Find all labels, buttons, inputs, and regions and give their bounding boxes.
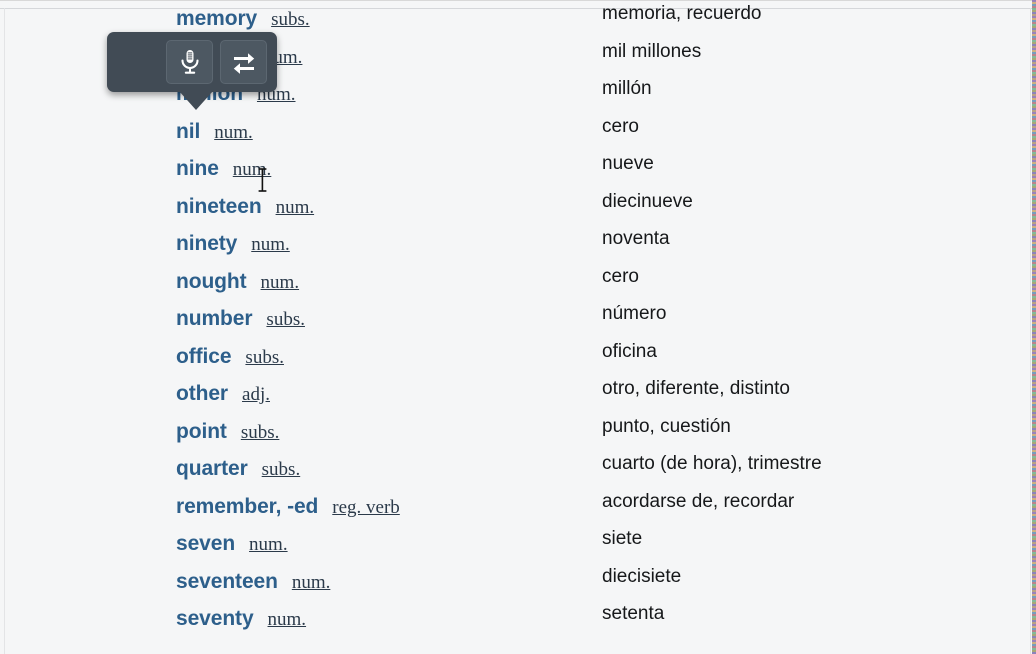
- translation-text[interactable]: millón: [602, 78, 652, 106]
- dictionary-entry-row[interactable]: quarter subs.: [176, 457, 300, 487]
- headword[interactable]: other: [176, 382, 228, 406]
- dictionary-entry-row[interactable]: seven num.: [176, 532, 288, 562]
- translation-text[interactable]: diecinueve: [602, 191, 693, 219]
- headword[interactable]: quarter: [176, 457, 248, 481]
- dictionary-entry-row[interactable]: other adj.: [176, 382, 270, 412]
- microphone-icon: [178, 48, 202, 76]
- part-of-speech-tag[interactable]: num.: [292, 572, 331, 594]
- swap-arrows-icon: [231, 49, 257, 75]
- headword[interactable]: memory: [176, 7, 257, 31]
- headword[interactable]: ninety: [176, 232, 237, 256]
- headword[interactable]: nought: [176, 270, 247, 294]
- translation-text[interactable]: otro, diferente, distinto: [602, 378, 790, 406]
- translation-text[interactable]: nueve: [602, 153, 654, 181]
- part-of-speech-tag[interactable]: num.: [268, 609, 307, 631]
- dictionary-page: memorysubs.milliardnum.millionnum.nilnum…: [0, 0, 1036, 654]
- translation-text[interactable]: mil millones: [602, 41, 701, 69]
- text-ibeam-cursor: [257, 167, 268, 193]
- translation-text[interactable]: punto, cuestión: [602, 416, 731, 444]
- headword[interactable]: nil: [176, 120, 200, 144]
- microphone-button[interactable]: [166, 40, 213, 84]
- dictionary-entry-row[interactable]: point subs.: [176, 420, 279, 450]
- part-of-speech-tag[interactable]: num.: [276, 197, 315, 219]
- translation-text[interactable]: cero: [602, 116, 639, 144]
- dictionary-entry-row[interactable]: nought num.: [176, 270, 299, 300]
- part-of-speech-tag[interactable]: subs.: [266, 309, 305, 331]
- translation-text[interactable]: setenta: [602, 603, 664, 631]
- dictionary-entry-row[interactable]: nil num.: [176, 120, 253, 150]
- headword[interactable]: remember, -ed: [176, 495, 318, 519]
- headword[interactable]: nine: [176, 157, 219, 181]
- headword[interactable]: point: [176, 420, 227, 444]
- headword[interactable]: seventeen: [176, 570, 278, 594]
- translation-text[interactable]: oficina: [602, 341, 657, 369]
- translation-text[interactable]: número: [602, 303, 666, 331]
- part-of-speech-tag[interactable]: num.: [261, 272, 300, 294]
- part-of-speech-tag[interactable]: subs.: [245, 347, 284, 369]
- part-of-speech-tag[interactable]: adj.: [242, 384, 270, 406]
- dictionary-entry-row[interactable]: ninety num.: [176, 232, 290, 262]
- translation-text[interactable]: memoria, recuerdo: [602, 3, 761, 31]
- translation-text[interactable]: cero: [602, 266, 639, 294]
- part-of-speech-tag[interactable]: num.: [214, 122, 253, 144]
- headword[interactable]: office: [176, 345, 232, 369]
- translation-text[interactable]: siete: [602, 528, 642, 556]
- headword[interactable]: nineteen: [176, 195, 262, 219]
- headword[interactable]: seventy: [176, 607, 254, 631]
- dictionary-entry-row[interactable]: seventy num.: [176, 607, 306, 637]
- translation-text[interactable]: diecisiete: [602, 566, 681, 594]
- translation-column: memoria, recuerdo mil millones millón cero n…: [590, 0, 1036, 654]
- selection-action-tooltip: [107, 32, 277, 110]
- translation-text[interactable]: acordarse de, recordar: [602, 491, 794, 519]
- part-of-speech-tag[interactable]: subs.: [262, 459, 301, 481]
- translation-text[interactable]: noventa: [602, 228, 670, 256]
- translation-text[interactable]: cuarto (de hora), trimestre: [602, 453, 822, 481]
- headword[interactable]: seven: [176, 532, 235, 556]
- swap-languages-button[interactable]: [220, 40, 267, 84]
- part-of-speech-tag[interactable]: subs.: [271, 9, 310, 31]
- part-of-speech-tag[interactable]: num.: [249, 534, 288, 556]
- dictionary-entry-row[interactable]: remember, -ed reg. verb: [176, 495, 400, 525]
- dictionary-entry-row[interactable]: seventeen num.: [176, 570, 330, 600]
- headword[interactable]: number: [176, 307, 253, 331]
- part-of-speech-tag[interactable]: num.: [251, 234, 290, 256]
- dictionary-entry-row[interactable]: office subs.: [176, 345, 284, 375]
- part-of-speech-tag[interactable]: subs.: [241, 422, 280, 444]
- headword-column: memorysubs.milliardnum.millionnum.nilnum…: [0, 0, 590, 654]
- dictionary-entry-row[interactable]: nineteen num.: [176, 195, 314, 225]
- dictionary-entry-row[interactable]: number subs.: [176, 307, 305, 337]
- part-of-speech-tag[interactable]: reg. verb: [332, 497, 400, 519]
